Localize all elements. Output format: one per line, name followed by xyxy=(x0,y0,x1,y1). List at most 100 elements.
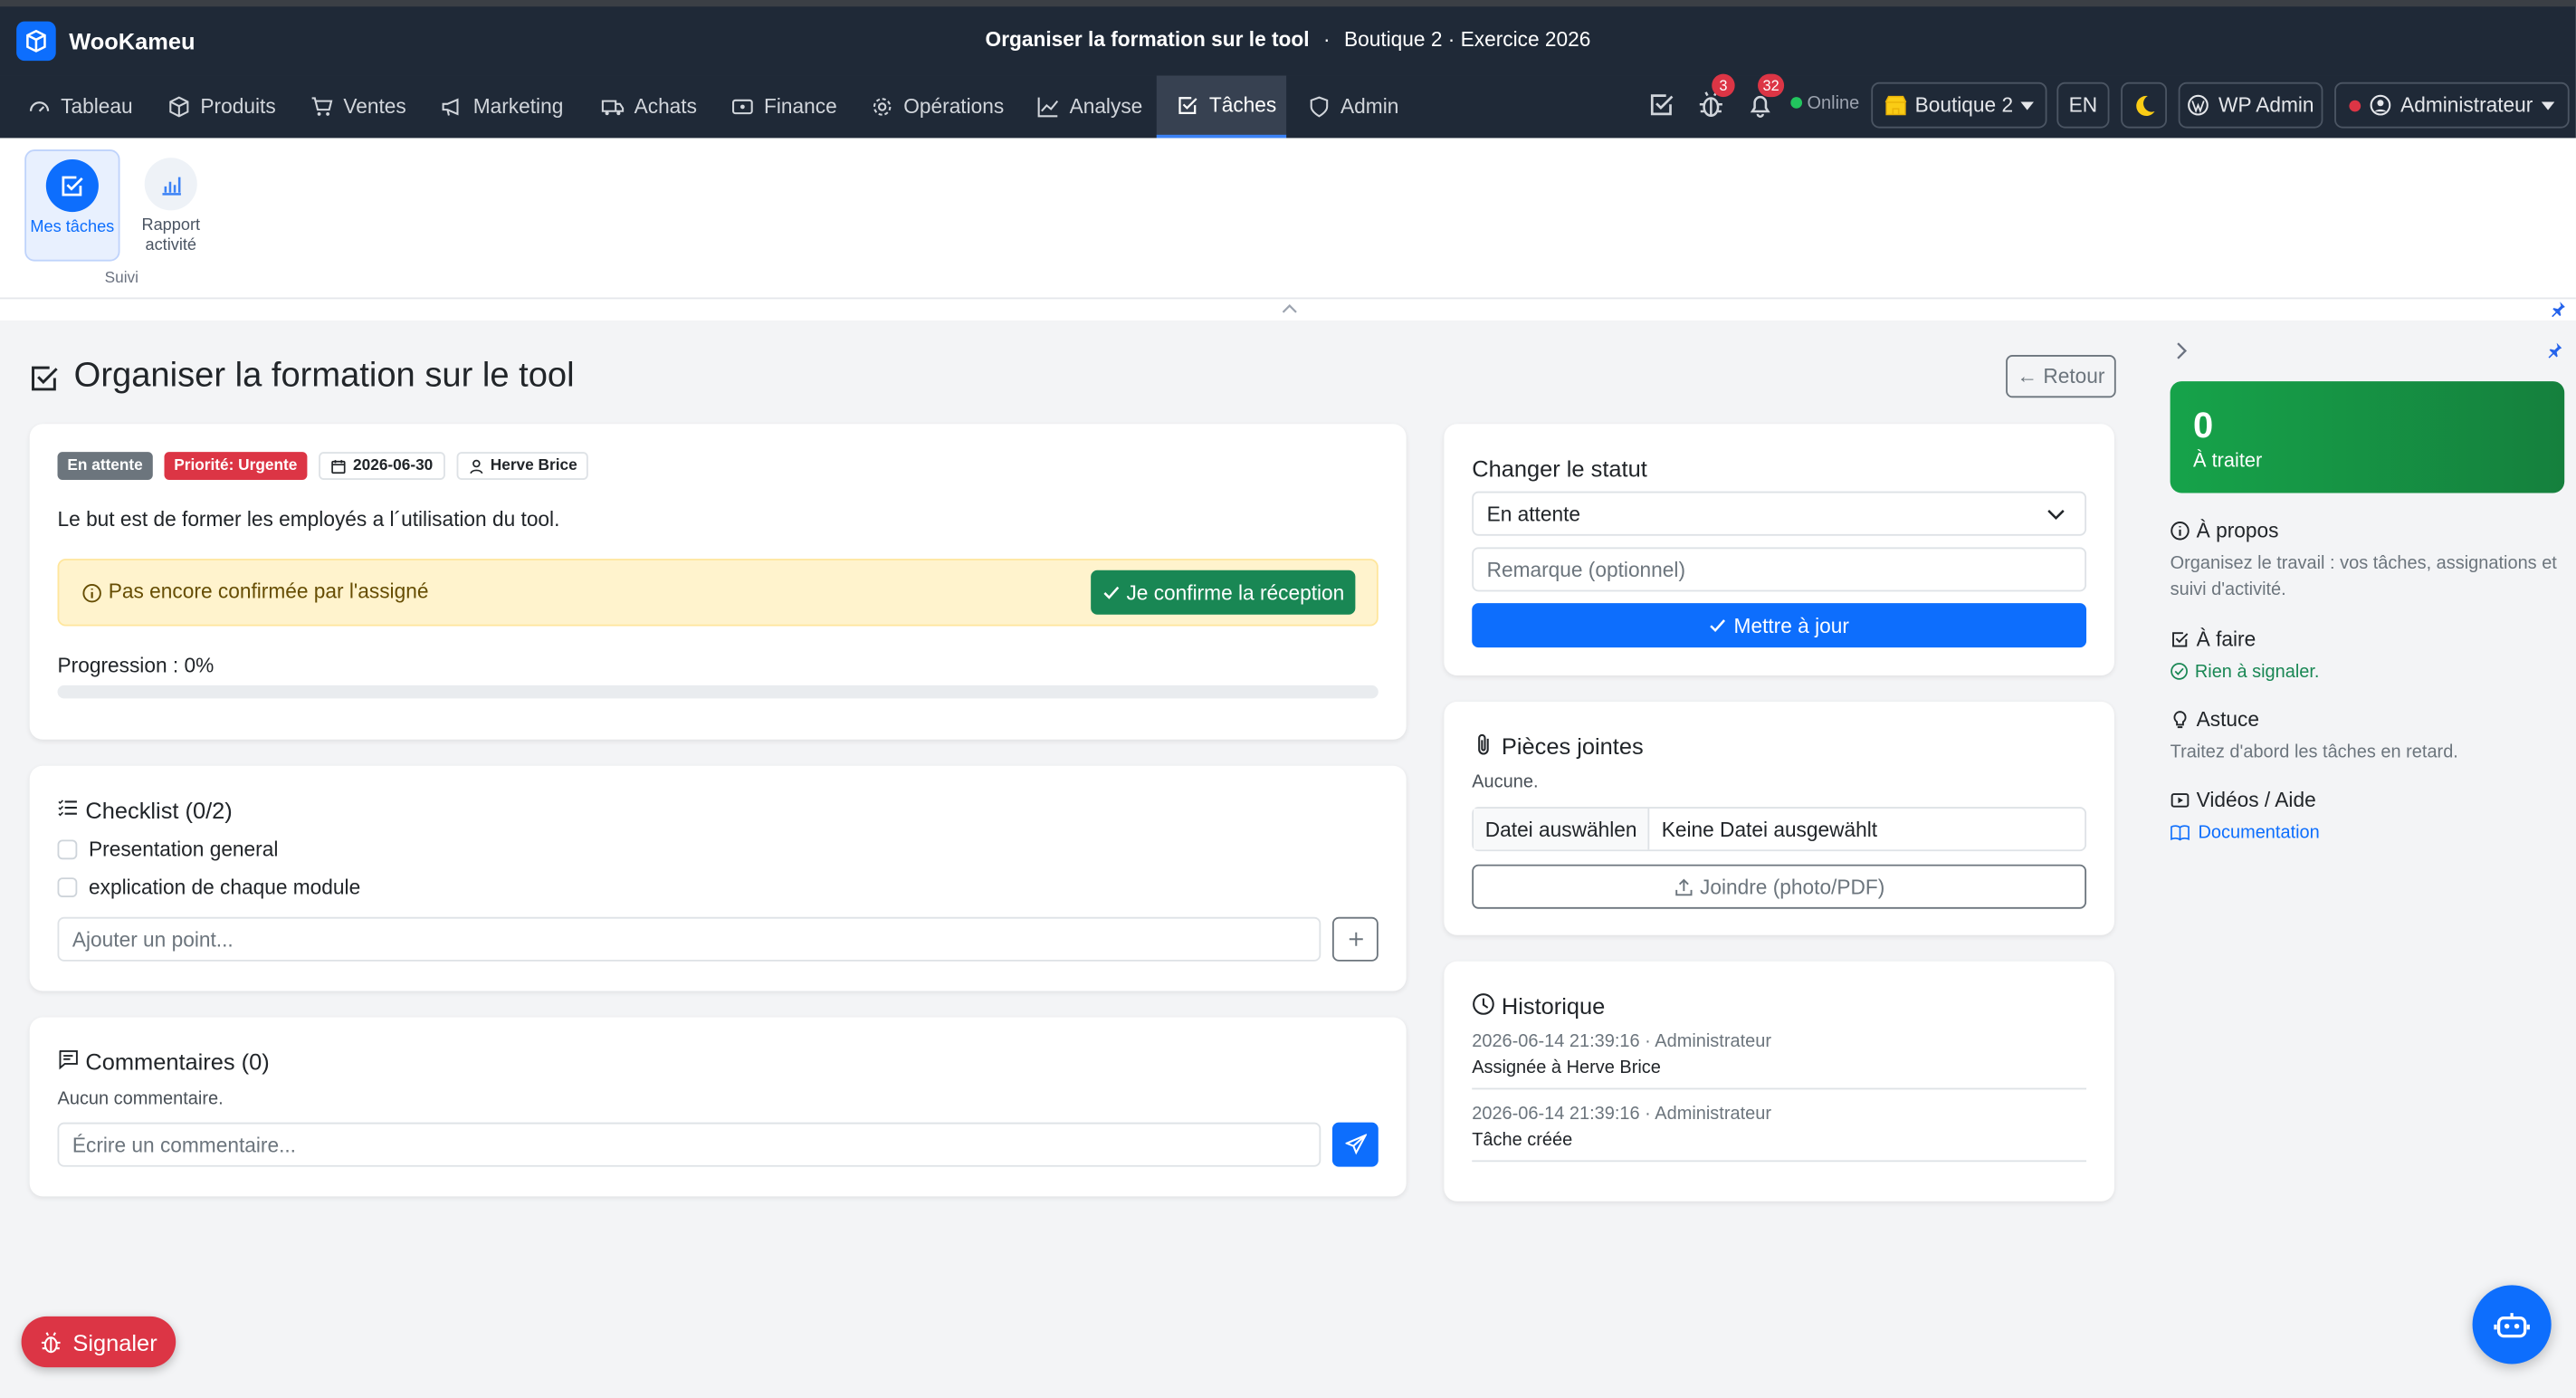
robot-icon xyxy=(2494,1313,2530,1338)
user-menu[interactable]: Administrateur xyxy=(2334,81,2570,129)
kpi-value: 0 xyxy=(2193,404,2214,445)
pin-icon[interactable] xyxy=(2546,342,2562,359)
checkbox[interactable] xyxy=(57,839,78,860)
nav-label: Finance xyxy=(763,95,837,119)
store-icon xyxy=(1884,95,1906,116)
tip-heading: Astuce xyxy=(2171,708,2565,731)
send-comment-button[interactable] xyxy=(1331,1122,1379,1167)
nav-analyse[interactable]: Analyse xyxy=(1026,75,1152,138)
sidebar-help: À propos Organisez le travail : vos tâch… xyxy=(2171,520,2565,843)
check-square-icon xyxy=(32,366,58,391)
nav-taches[interactable]: Tâches xyxy=(1156,75,1287,139)
nav-label: Tâches xyxy=(1208,93,1277,117)
report-bug-button[interactable]: Signaler xyxy=(21,1316,177,1368)
checklist-item-label: Presentation general xyxy=(89,838,279,862)
wp-admin-button[interactable]: WP Admin xyxy=(2178,81,2323,129)
remark-input[interactable]: Remarque (optionnel) xyxy=(1472,547,2087,592)
gear-icon xyxy=(873,98,892,116)
info-circle-icon xyxy=(82,584,101,603)
nav-admin[interactable]: Admin xyxy=(1298,75,1408,138)
notif-count-badge: 32 xyxy=(1758,73,1785,98)
confirm-receipt-button[interactable]: Je confirme la réception xyxy=(1091,570,1356,615)
assignee-badge: Herve Brice xyxy=(455,452,589,480)
attach-button[interactable]: Joindre (photo/PDF) xyxy=(1472,864,2087,909)
clock-icon xyxy=(1473,993,1494,1015)
context-separator: · xyxy=(1322,27,1331,52)
back-button[interactable]: ← Retour xyxy=(2006,355,2116,398)
attachments-card: Pièces jointes Aucune. Datei auswählen K… xyxy=(1444,702,2114,935)
checklist-item-label: explication de chaque module xyxy=(89,876,361,899)
nav-finance[interactable]: Finance xyxy=(721,75,847,138)
checklist-item[interactable]: explication de chaque module xyxy=(57,876,361,899)
file-status: Keine Datei ausgewählt xyxy=(1661,817,1878,841)
nav-produits[interactable]: Produits xyxy=(157,75,285,138)
task-badges: En attente Priorité: Urgente 2026-06-30 … xyxy=(57,452,589,480)
nav-label: Tableau xyxy=(61,95,133,119)
nav-tableau[interactable]: Tableau xyxy=(18,75,143,138)
upload-icon xyxy=(1674,877,1692,895)
online-dot-icon xyxy=(1790,97,1803,109)
comments-title: Commentaires (0) xyxy=(85,1048,270,1076)
nav-label: Opérations xyxy=(903,95,1005,119)
history-text: Assignée à Herve Brice xyxy=(1472,1058,1661,1078)
report-label: Signaler xyxy=(72,1328,157,1355)
add-checklist-button[interactable] xyxy=(1331,916,1379,962)
context-shop-year: Boutique 2 · Exercice 2026 xyxy=(1343,27,1591,52)
plus-icon xyxy=(1348,932,1362,946)
bug-count-badge: 3 xyxy=(1712,73,1735,98)
ribbon-my-tasks[interactable]: Mes tâches xyxy=(24,149,120,262)
lightbulb-icon xyxy=(2173,710,2187,728)
person-icon xyxy=(469,458,482,474)
kpi-card[interactable]: 0 À traiter xyxy=(2170,381,2565,493)
shop-name: Boutique 2 xyxy=(1914,93,2014,117)
play-icon xyxy=(2171,792,2190,808)
nav-marketing[interactable]: Marketing xyxy=(431,75,574,138)
progress-label: Progression : 0% xyxy=(57,654,215,677)
ribbon: Mes tâches Rapport activité Suivi xyxy=(0,138,2576,298)
theme-toggle[interactable] xyxy=(2121,81,2167,129)
tip-text: Traitez d'abord les tâches en retard. xyxy=(2170,742,2458,762)
context-task-title: Organiser la formation sur le tool xyxy=(985,27,1310,52)
online-status: Online xyxy=(1807,93,1860,114)
status-badge: En attente xyxy=(57,452,153,480)
chatbot-button[interactable] xyxy=(2472,1285,2552,1364)
attach-label: Joindre (photo/PDF) xyxy=(1700,875,1885,898)
confirmation-alert: Pas encore confirmée par l'assigné Je co… xyxy=(57,559,1379,627)
videos-heading: Vidéos / Aide xyxy=(2171,789,2565,811)
checklist-add-input[interactable]: Ajouter un point... xyxy=(57,916,1321,962)
ribbon-collapse-bar[interactable] xyxy=(0,297,2576,321)
shop-selector[interactable]: Boutique 2 xyxy=(1871,81,2047,129)
update-status-button[interactable]: Mettre à jour xyxy=(1472,603,2087,648)
shield-icon xyxy=(1310,96,1329,118)
task-card: En attente Priorité: Urgente 2026-06-30 … xyxy=(29,424,1407,740)
status-selected: En attente xyxy=(1486,502,1581,525)
nav-label: Marketing xyxy=(472,95,564,119)
history-card: Historique 2026-06-14 21:39:16 · Adminis… xyxy=(1444,961,2114,1202)
nav-achats[interactable]: Achats xyxy=(591,75,706,138)
calendar-icon xyxy=(331,459,346,474)
comments-card: Commentaires (0) Aucun commentaire. Écri… xyxy=(29,1017,1407,1197)
language-button[interactable]: EN xyxy=(2056,81,2110,129)
nav-operations[interactable]: Opérations xyxy=(861,75,1014,138)
documentation-link[interactable]: Documentation xyxy=(2171,823,2565,843)
check-icon xyxy=(1102,586,1119,599)
comment-input[interactable]: Écrire un commentaire... xyxy=(57,1122,1321,1167)
due-date: 2026-06-30 xyxy=(353,456,434,475)
checkbox[interactable] xyxy=(57,877,78,897)
nav-ventes[interactable]: Ventes xyxy=(301,75,415,138)
check-icon xyxy=(1710,619,1726,633)
chevron-right-icon[interactable] xyxy=(2173,342,2188,360)
moon-icon xyxy=(2135,94,2154,116)
paperclip-icon xyxy=(1478,733,1489,755)
ribbon-activity-report[interactable]: Rapport activité xyxy=(123,149,218,261)
status-card: Changer le statut En attente Remarque (o… xyxy=(1444,424,2114,675)
kpi-label: À traiter xyxy=(2193,448,2263,472)
checklist-item[interactable]: Presentation general xyxy=(57,838,279,862)
choose-file-button[interactable]: Datei auswählen xyxy=(1474,808,1651,850)
history-text: Tâche créée xyxy=(1472,1130,1573,1151)
tasks-shortcut-icon[interactable] xyxy=(1647,91,1675,119)
status-select[interactable]: En attente xyxy=(1472,491,2087,536)
file-input[interactable]: Datei auswählen Keine Datei ausgewählt xyxy=(1472,807,2087,852)
check-circle-icon xyxy=(2171,663,2188,681)
pin-icon xyxy=(2552,302,2565,318)
